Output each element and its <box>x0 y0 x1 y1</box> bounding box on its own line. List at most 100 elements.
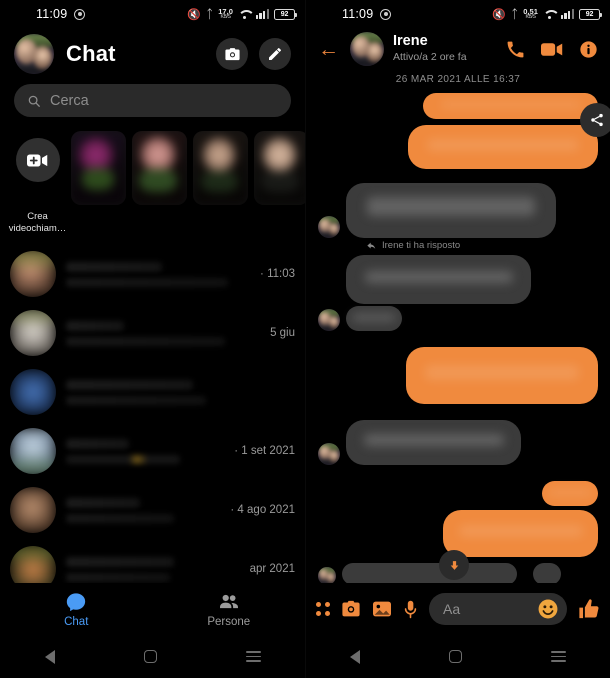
chat-preview <box>66 572 171 582</box>
chat-list-header: Chat <box>0 28 305 82</box>
chat-list-item[interactable]: 5 giu <box>0 304 305 363</box>
message-bubble-incoming[interactable] <box>342 563 517 585</box>
nav-recents-icon[interactable] <box>550 650 566 663</box>
thumbs-up-icon[interactable] <box>578 598 600 620</box>
conversation-date: 26 MAR 2021 ALLE 16:37 <box>395 74 521 85</box>
story-item[interactable] <box>193 131 248 235</box>
camera-button[interactable] <box>216 38 248 70</box>
reply-arrow-icon <box>367 242 376 249</box>
chat-list-item[interactable]: · 1 set 2021 <box>0 422 305 481</box>
share-button[interactable] <box>580 103 610 137</box>
message-text <box>440 101 581 109</box>
screen-record-icon <box>380 8 392 20</box>
nav-home-icon[interactable] <box>143 650 157 663</box>
message-row <box>318 103 610 238</box>
message-list: Irene ti ha risposto <box>306 93 610 585</box>
camera-icon <box>224 47 240 60</box>
message-bubble-outgoing[interactable] <box>542 481 598 506</box>
nav-back-icon[interactable] <box>44 649 55 664</box>
chat-timestamp: · 11:03 <box>260 268 295 281</box>
message-bubble-incoming[interactable] <box>346 255 531 304</box>
more-actions-button[interactable] <box>316 602 330 616</box>
message-text <box>367 197 535 216</box>
chat-name <box>66 438 130 449</box>
chat-preview <box>66 277 228 287</box>
message-input-placeholder: Aa <box>443 601 461 617</box>
video-camera-icon[interactable] <box>541 41 563 58</box>
create-videocall-button[interactable] <box>15 138 60 182</box>
contact-name: Irene <box>393 32 428 49</box>
status-bar-right: 11:09 🔇 ᛏ 0,51 KB/S 92 <box>306 0 610 28</box>
message-input[interactable]: Aa <box>429 593 567 625</box>
avatar <box>10 428 56 475</box>
tab-persone[interactable]: Persone <box>169 591 289 628</box>
pencil-icon <box>269 48 281 60</box>
message-bubble-incoming[interactable] <box>346 183 556 238</box>
message-row <box>318 93 598 119</box>
chat-timestamp: · 1 set 2021 <box>234 445 295 458</box>
chat-list-pane: 11:09 🔇 ᛏ 17,0 KB/S 92 Chat Cerca Crea v… <box>0 0 305 678</box>
microphone-icon[interactable] <box>403 600 418 619</box>
message-row <box>318 481 598 506</box>
message-text <box>425 365 579 381</box>
video-plus-icon <box>27 154 48 166</box>
tab-chat[interactable]: Chat <box>16 591 136 628</box>
chat-preview <box>66 336 226 346</box>
gallery-icon[interactable] <box>372 600 392 618</box>
sender-avatar <box>318 309 340 331</box>
avatar <box>10 369 56 416</box>
message-bubble-outgoing[interactable] <box>443 510 598 557</box>
message-bubble-incoming[interactable] <box>533 563 561 585</box>
chat-name <box>66 556 174 567</box>
nav-recents-icon[interactable] <box>245 650 261 663</box>
emoji-smiley-icon[interactable] <box>537 598 559 620</box>
avatar <box>10 251 56 298</box>
message-composer: Aa <box>306 583 610 635</box>
create-videocall-item[interactable]: Crea videochiam… <box>9 131 66 235</box>
message-bubble-outgoing[interactable] <box>406 347 598 404</box>
nav-back-icon[interactable] <box>350 649 361 664</box>
chat-bubble-icon <box>67 592 86 611</box>
chat-list-item[interactable] <box>0 363 305 422</box>
chat-list-item[interactable]: · 4 ago 2021 <box>0 481 305 540</box>
phone-icon[interactable] <box>506 40 525 59</box>
conversation-pane: 11:09 🔇 ᛏ 0,51 KB/S 92 ← Irene Attivo/a … <box>305 0 610 678</box>
chat-preview <box>66 513 175 523</box>
chat-list-item[interactable]: · 11:03 <box>0 245 305 304</box>
contact-status: Attivo/a 2 ore fa <box>393 51 467 64</box>
android-nav-bar-right <box>306 635 610 678</box>
message-text <box>427 139 579 151</box>
tab-chat-label: Chat <box>64 615 89 628</box>
mute-icon: 🔇 <box>187 8 202 21</box>
info-icon[interactable] <box>579 40 598 59</box>
message-bubble-outgoing[interactable] <box>423 93 598 119</box>
network-speed-indicator: 0,51 KB/S <box>523 6 538 21</box>
camera-icon[interactable] <box>341 600 361 618</box>
reply-notice: Irene ti ha risposto <box>366 240 598 251</box>
message-bubble-outgoing[interactable] <box>408 125 598 169</box>
nav-home-icon[interactable] <box>448 650 462 663</box>
bluetooth-icon: ᛏ <box>511 7 519 21</box>
chat-name <box>66 497 141 508</box>
android-nav-bar-left <box>0 635 305 678</box>
back-arrow-icon[interactable]: ← <box>316 39 341 60</box>
profile-avatar[interactable] <box>14 34 54 74</box>
battery-icon: 92 <box>274 8 297 20</box>
message-bubble-incoming[interactable] <box>346 420 521 465</box>
bluetooth-icon: ᛏ <box>206 7 214 21</box>
story-item[interactable] <box>254 131 305 235</box>
scroll-to-bottom-button[interactable] <box>439 550 469 580</box>
status-bar-left: 11:09 🔇 ᛏ 17,0 KB/S 92 <box>0 0 305 28</box>
chat-preview <box>66 454 180 464</box>
story-item[interactable] <box>71 131 126 235</box>
message-text <box>363 434 504 447</box>
chat-timestamp: apr 2021 <box>249 563 295 576</box>
contact-avatar[interactable] <box>350 32 384 66</box>
search-input[interactable]: Cerca <box>14 84 291 117</box>
compose-button[interactable] <box>259 38 291 70</box>
stories-row: Crea videochiam… <box>0 127 305 243</box>
message-bubble-incoming[interactable] <box>346 306 402 331</box>
signal-icon <box>560 9 574 19</box>
story-item[interactable] <box>132 131 187 235</box>
screen-record-icon <box>74 8 86 20</box>
